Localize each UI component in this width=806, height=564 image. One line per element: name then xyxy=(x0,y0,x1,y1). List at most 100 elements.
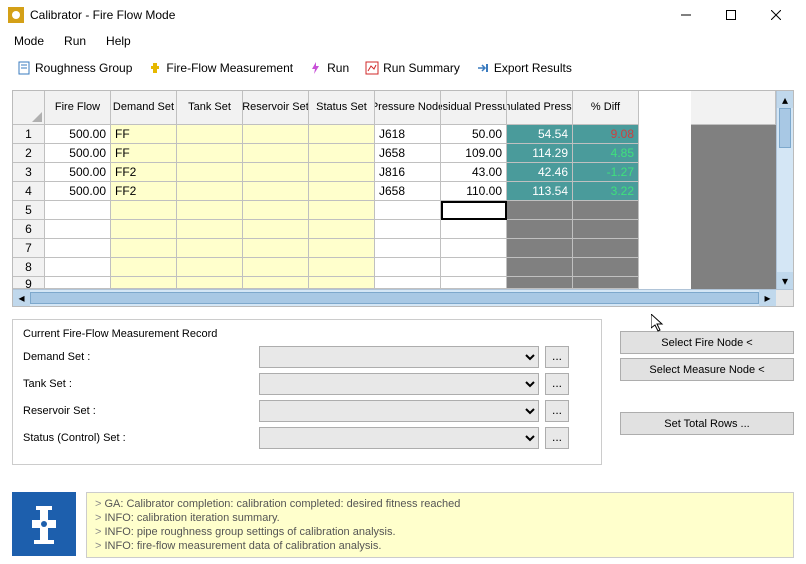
demand-select[interactable] xyxy=(259,346,539,368)
cell[interactable] xyxy=(573,239,639,258)
cell[interactable]: 113.54 xyxy=(507,182,573,201)
cell[interactable] xyxy=(441,239,507,258)
cell[interactable] xyxy=(111,239,177,258)
cell[interactable] xyxy=(441,258,507,277)
row-header[interactable]: 7 xyxy=(13,239,45,258)
row-header[interactable]: 1 xyxy=(13,125,45,144)
demand-browse-button[interactable]: ... xyxy=(545,346,569,368)
tab-runsummary[interactable]: Run Summary xyxy=(358,57,467,79)
cell[interactable]: -1.27 xyxy=(573,163,639,182)
cell[interactable] xyxy=(309,277,375,289)
col-diff[interactable]: % Diff xyxy=(573,91,639,125)
cell[interactable] xyxy=(45,258,111,277)
tab-run[interactable]: Run xyxy=(302,57,356,79)
status-browse-button[interactable]: ... xyxy=(545,427,569,449)
cell[interactable] xyxy=(243,182,309,201)
cell[interactable] xyxy=(177,239,243,258)
cell[interactable] xyxy=(573,220,639,239)
tab-fireflow[interactable]: Fire-Flow Measurement xyxy=(141,57,300,79)
cell[interactable] xyxy=(243,125,309,144)
reservoir-select[interactable] xyxy=(259,400,539,422)
scroll-down-icon[interactable]: ▾ xyxy=(777,272,793,289)
minimize-button[interactable] xyxy=(663,0,708,30)
cell[interactable] xyxy=(243,163,309,182)
menu-run[interactable]: Run xyxy=(56,32,94,50)
cell[interactable] xyxy=(177,163,243,182)
tab-export[interactable]: Export Results xyxy=(469,57,579,79)
cell[interactable]: 54.54 xyxy=(507,125,573,144)
cell[interactable]: 110.00 xyxy=(441,182,507,201)
select-fire-node-button[interactable]: Select Fire Node < xyxy=(620,331,794,354)
cell[interactable] xyxy=(507,258,573,277)
menu-help[interactable]: Help xyxy=(98,32,139,50)
status-select[interactable] xyxy=(259,427,539,449)
cell[interactable]: 500.00 xyxy=(45,182,111,201)
cell[interactable] xyxy=(177,125,243,144)
cell[interactable] xyxy=(573,201,639,220)
active-cell[interactable] xyxy=(441,201,507,220)
cell[interactable] xyxy=(177,144,243,163)
cell[interactable] xyxy=(573,258,639,277)
cell[interactable]: J658 xyxy=(375,144,441,163)
row-header[interactable]: 8 xyxy=(13,258,45,277)
scroll-thumb[interactable] xyxy=(779,108,791,148)
cell[interactable]: 4.85 xyxy=(573,144,639,163)
col-fireflow[interactable]: Fire Flow xyxy=(45,91,111,125)
cell[interactable]: 9.08 xyxy=(573,125,639,144)
col-tank[interactable]: Tank Set xyxy=(177,91,243,125)
scroll-up-icon[interactable]: ▴ xyxy=(777,91,793,108)
cell[interactable] xyxy=(375,258,441,277)
cell[interactable] xyxy=(243,258,309,277)
menu-mode[interactable]: Mode xyxy=(6,32,52,50)
cell[interactable] xyxy=(309,125,375,144)
row-header[interactable]: 5 xyxy=(13,201,45,220)
row-header[interactable]: 4 xyxy=(13,182,45,201)
cell[interactable]: J658 xyxy=(375,182,441,201)
select-all-corner[interactable] xyxy=(13,91,45,125)
cell[interactable]: 109.00 xyxy=(441,144,507,163)
cell[interactable]: J618 xyxy=(375,125,441,144)
cell[interactable] xyxy=(45,201,111,220)
cell[interactable] xyxy=(45,220,111,239)
row-header[interactable]: 6 xyxy=(13,220,45,239)
cell[interactable] xyxy=(573,277,639,289)
cell[interactable] xyxy=(45,277,111,289)
cell[interactable] xyxy=(111,258,177,277)
row-header[interactable]: 9 xyxy=(13,277,45,289)
col-demand[interactable]: Demand Set xyxy=(111,91,177,125)
cell[interactable] xyxy=(111,201,177,220)
horizontal-scrollbar[interactable]: ◂ ▸ xyxy=(13,289,793,306)
cell[interactable]: 500.00 xyxy=(45,163,111,182)
cell[interactable] xyxy=(309,144,375,163)
cell[interactable]: FF xyxy=(111,125,177,144)
cell[interactable] xyxy=(375,277,441,289)
cell[interactable] xyxy=(177,201,243,220)
cell[interactable] xyxy=(507,220,573,239)
cell[interactable]: 3.22 xyxy=(573,182,639,201)
cell[interactable] xyxy=(45,239,111,258)
cell[interactable] xyxy=(177,258,243,277)
row-header[interactable]: 3 xyxy=(13,163,45,182)
tank-browse-button[interactable]: ... xyxy=(545,373,569,395)
cell[interactable] xyxy=(177,277,243,289)
cell[interactable] xyxy=(441,220,507,239)
cell[interactable]: FF2 xyxy=(111,182,177,201)
reservoir-browse-button[interactable]: ... xyxy=(545,400,569,422)
cell[interactable] xyxy=(243,239,309,258)
cell[interactable] xyxy=(375,201,441,220)
cell[interactable] xyxy=(507,239,573,258)
cell[interactable] xyxy=(441,277,507,289)
row-header[interactable]: 2 xyxy=(13,144,45,163)
col-pnode[interactable]: Pressure Node xyxy=(375,91,441,125)
cell[interactable]: 43.00 xyxy=(441,163,507,182)
col-simulated[interactable]: Simulated Pressure xyxy=(507,91,573,125)
col-residual[interactable]: Residual Pressure xyxy=(441,91,507,125)
cell[interactable] xyxy=(309,239,375,258)
cell[interactable] xyxy=(309,258,375,277)
cell[interactable] xyxy=(375,220,441,239)
col-reservoir[interactable]: Reservoir Set xyxy=(243,91,309,125)
maximize-button[interactable] xyxy=(708,0,753,30)
cell[interactable]: 500.00 xyxy=(45,144,111,163)
close-button[interactable] xyxy=(753,0,798,30)
cell[interactable] xyxy=(309,220,375,239)
